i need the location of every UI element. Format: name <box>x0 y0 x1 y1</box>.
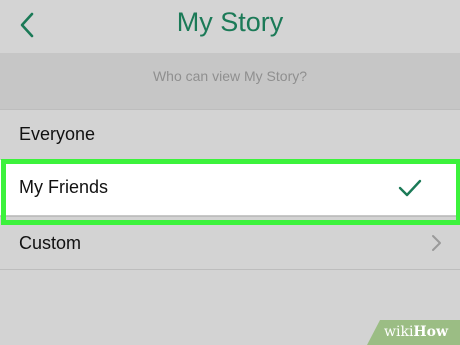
option-label: Everyone <box>19 124 96 144</box>
section-label: Who can view My Story? <box>152 68 308 84</box>
option-my-friends[interactable]: My Friends <box>0 160 460 215</box>
watermark-logo: wikiHow <box>367 320 460 345</box>
page-title: My Story <box>176 7 284 37</box>
option-label: Custom <box>19 233 82 253</box>
option-everyone[interactable]: Everyone <box>0 110 460 160</box>
option-custom[interactable]: Custom <box>0 217 460 269</box>
watermark-text: wikiHow <box>384 324 449 340</box>
chevron-right-icon <box>432 235 441 251</box>
check-icon <box>398 179 422 197</box>
header-bar: My Story <box>0 0 460 53</box>
option-label: My Friends <box>19 177 109 197</box>
divider <box>0 269 460 270</box>
